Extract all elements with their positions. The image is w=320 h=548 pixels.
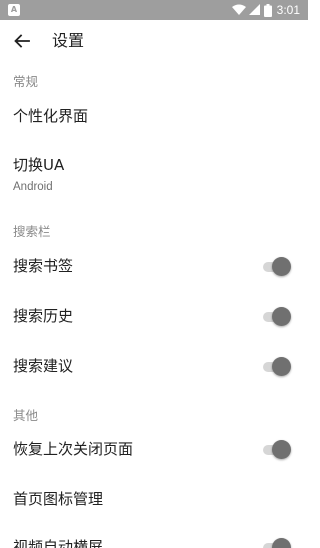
restore-last-closed-toggle[interactable] [263, 439, 291, 459]
app-notification-icon: A [8, 4, 20, 16]
page-title: 设置 [52, 31, 85, 50]
section-header-other: 其他 [13, 408, 39, 423]
setting-label: 切换UA [13, 156, 65, 174]
clock: 3:01 [276, 3, 300, 17]
app-bar: 设置 [0, 20, 308, 62]
setting-video-auto-landscape[interactable]: 视频自动横屏 [0, 530, 308, 548]
setting-search-bookmarks[interactable]: 搜索书签 [0, 246, 308, 288]
toggle-thumb [272, 357, 291, 376]
toggle-thumb [272, 538, 291, 548]
arrow-left-icon [14, 34, 30, 48]
toggle-thumb [272, 307, 291, 326]
setting-personalize-ui[interactable]: 个性化界面 [0, 96, 308, 138]
setting-label: 个性化界面 [13, 107, 89, 125]
search-suggestions-toggle[interactable] [263, 356, 291, 376]
battery-icon [263, 3, 272, 17]
setting-label: 搜索书签 [13, 257, 74, 275]
search-history-toggle[interactable] [263, 306, 291, 326]
toggle-thumb [272, 440, 291, 459]
wifi-icon [231, 4, 246, 15]
section-header-searchbar: 搜索栏 [13, 224, 51, 239]
status-bar: A 3:01 [0, 0, 308, 20]
toggle-thumb [272, 257, 291, 276]
signal-icon [248, 4, 260, 15]
setting-switch-ua[interactable]: 切换UA Android [0, 148, 308, 200]
section-header-general: 常规 [13, 74, 39, 89]
setting-label: 搜索建议 [13, 357, 74, 375]
setting-label: 首页图标管理 [13, 490, 104, 508]
setting-label: 搜索历史 [13, 307, 74, 325]
back-button[interactable] [6, 25, 38, 57]
setting-homepage-icon-manage[interactable]: 首页图标管理 [0, 479, 308, 521]
setting-restore-last-closed[interactable]: 恢复上次关闭页面 [0, 429, 308, 471]
setting-search-suggestions[interactable]: 搜索建议 [0, 346, 308, 388]
setting-value: Android [13, 181, 53, 193]
status-icons: 3:01 [231, 0, 300, 20]
video-auto-landscape-toggle[interactable] [263, 537, 291, 548]
setting-label: 恢复上次关闭页面 [13, 440, 134, 458]
setting-search-history[interactable]: 搜索历史 [0, 296, 308, 338]
setting-label: 视频自动横屏 [13, 538, 104, 548]
search-bookmarks-toggle[interactable] [263, 256, 291, 276]
